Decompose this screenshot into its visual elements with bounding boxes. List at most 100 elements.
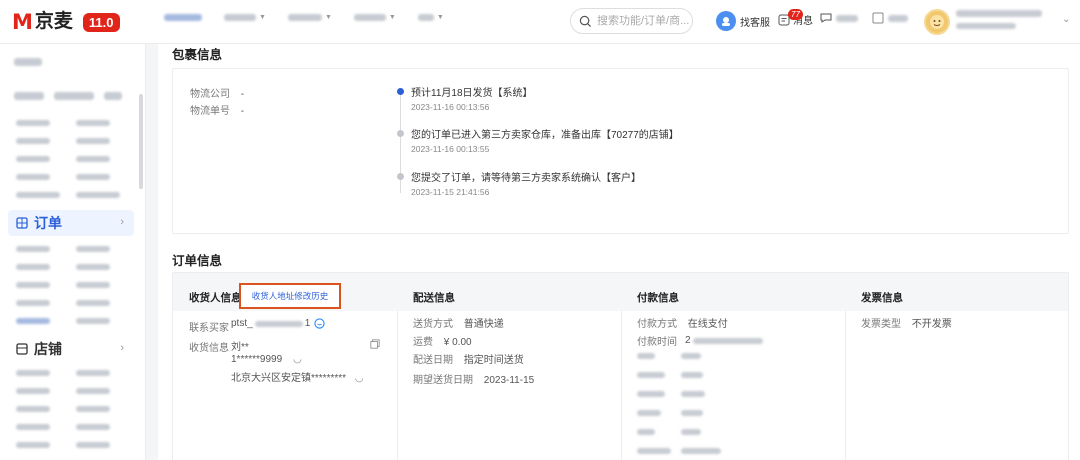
account-name-line-2 — [956, 23, 1016, 29]
sidebar-link[interactable] — [76, 442, 110, 448]
shipping-fee-label: 运费 — [413, 337, 433, 348]
top-nav: ▼ ▼ ▼ ▼ — [164, 14, 466, 21]
order-info-box: 收货人信息 收货人地址修改历史 联系买家 ptst_ 1 收货信息 刘** 1*… — [172, 272, 1069, 460]
sidebar: 订单 › 店铺 › — [0, 44, 146, 460]
jingmai-logo[interactable]: M 京麦 11.0 — [12, 9, 120, 35]
sidebar-link[interactable] — [76, 120, 110, 126]
sidebar-scrollbar[interactable] — [139, 94, 143, 189]
sidebar-link[interactable] — [76, 370, 110, 376]
toolbar-item-3[interactable] — [820, 12, 858, 24]
sidebar-link[interactable] — [16, 174, 50, 180]
nav-item-3[interactable]: ▼ — [287, 14, 332, 21]
sidebar-home[interactable] — [14, 58, 42, 66]
chat-buyer-icon[interactable] — [314, 318, 325, 329]
main-content: 包裹信息 物流公司 - 物流单号 - 预计11月18日发货【系统】 2023-1… — [158, 44, 1080, 460]
sidebar-link[interactable] — [16, 246, 50, 252]
sidebar-section-orders[interactable]: 订单 › — [8, 210, 134, 236]
chevron-down-icon: ▼ — [436, 14, 444, 21]
sidebar-home-label — [14, 58, 42, 66]
sidebar-link[interactable] — [16, 264, 50, 270]
address-history-link[interactable]: 收货人地址修改历史 — [239, 283, 341, 309]
eye-icon[interactable]: ◡ — [293, 354, 302, 365]
sidebar-shortcut-label-2 — [54, 92, 94, 100]
sidebar-link[interactable] — [76, 192, 120, 198]
nav-item-4[interactable]: ▼ — [353, 14, 396, 21]
payment-detail-label — [637, 391, 665, 397]
search-input[interactable] — [597, 15, 692, 27]
payment-detail-label — [637, 429, 655, 435]
sidebar-shortcut-grid — [16, 120, 136, 198]
sidebar-link[interactable] — [76, 300, 110, 306]
sidebar-link[interactable] — [16, 282, 50, 288]
delivery-info-title: 配送信息 — [413, 292, 455, 304]
message-button[interactable]: 77 消息 — [778, 8, 813, 27]
sidebar-orders-label: 订单 — [34, 215, 62, 231]
sidebar-link[interactable] — [76, 174, 110, 180]
nav-item-2-label — [224, 14, 256, 21]
sidebar-link[interactable] — [16, 300, 50, 306]
payment-detail-label — [637, 353, 655, 359]
payment-time-label: 付款时间 — [637, 337, 677, 348]
sidebar-link[interactable] — [16, 424, 50, 430]
sidebar-link[interactable] — [76, 318, 110, 324]
timeline-time: 2023-11-16 00:13:55 — [411, 144, 490, 154]
invoice-type-row: 发票类型 不开发票 — [861, 315, 952, 330]
order-info-title: 订单信息 — [172, 254, 223, 268]
chevron-right-icon: › — [120, 342, 124, 354]
tool-icon — [872, 12, 884, 24]
toolbar-item-4[interactable] — [872, 12, 908, 24]
sidebar-link[interactable] — [76, 264, 110, 270]
sidebar-link[interactable] — [16, 138, 50, 144]
sidebar-link[interactable] — [16, 406, 50, 412]
logistics-company-label: 物流公司 — [190, 89, 230, 100]
sidebar-link-active[interactable] — [16, 318, 50, 324]
receiver-info-label: 收货信息 — [189, 343, 229, 354]
receiver-address-row: 北京大兴区安定镇********* ◡ — [231, 369, 364, 384]
sidebar-link[interactable] — [76, 156, 110, 162]
chevron-down-icon[interactable]: ⌄ — [1062, 14, 1070, 25]
sidebar-link[interactable] — [76, 138, 110, 144]
nav-item-1[interactable] — [164, 14, 202, 21]
timeline-text: 您的订单已进入第三方卖家仓库，准备出库【70277的店铺】 — [411, 130, 679, 141]
nav-item-3-label — [287, 14, 322, 21]
nav-item-5[interactable]: ▼ — [417, 14, 444, 21]
sidebar-link[interactable] — [16, 442, 50, 448]
tracking-number-value: - — [240, 106, 245, 117]
sidebar-order-links — [16, 246, 136, 324]
consignee-info-title: 收货人信息 — [189, 292, 242, 304]
sidebar-link[interactable] — [76, 406, 110, 412]
eye-icon[interactable]: ◡ — [355, 373, 364, 384]
payment-method-label: 付款方式 — [637, 319, 677, 330]
payment-time-masked — [692, 337, 763, 344]
sidebar-link[interactable] — [76, 424, 110, 430]
invoice-type-label: 发票类型 — [861, 319, 901, 330]
sidebar-link[interactable] — [16, 388, 50, 394]
sidebar-link[interactable] — [76, 282, 110, 288]
avatar-face-icon — [930, 15, 944, 29]
nav-item-2[interactable]: ▼ — [224, 14, 266, 21]
sidebar-link[interactable] — [16, 192, 60, 198]
account-name[interactable] — [956, 10, 1042, 29]
sidebar-section-shop[interactable]: 店铺 › — [8, 336, 134, 362]
sidebar-shortcut[interactable] — [14, 92, 122, 100]
avatar[interactable] — [924, 9, 950, 35]
sidebar-link[interactable] — [76, 388, 110, 394]
payment-detail-value — [681, 410, 703, 416]
sidebar-link[interactable] — [76, 246, 110, 252]
sidebar-link[interactable] — [16, 120, 50, 126]
delivery-method-label: 送货方式 — [413, 319, 453, 330]
order-grid-icon — [16, 217, 28, 229]
delivery-date-label: 配送日期 — [413, 355, 453, 366]
copy-icon[interactable] — [370, 339, 380, 349]
shipping-fee-row: 运费 ¥ 0.00 — [413, 333, 472, 348]
message-icon: 77 — [778, 8, 803, 26]
sidebar-link[interactable] — [16, 156, 50, 162]
sidebar-link[interactable] — [16, 370, 50, 376]
customer-service-label: 找客服 — [740, 17, 770, 29]
timeline-dot — [397, 173, 404, 180]
timeline-dot — [397, 130, 404, 137]
global-search[interactable] — [570, 8, 693, 34]
chevron-down-icon: ▼ — [324, 14, 332, 21]
payment-detail-rows — [637, 353, 741, 454]
customer-service-button[interactable]: 找客服 — [716, 11, 770, 31]
